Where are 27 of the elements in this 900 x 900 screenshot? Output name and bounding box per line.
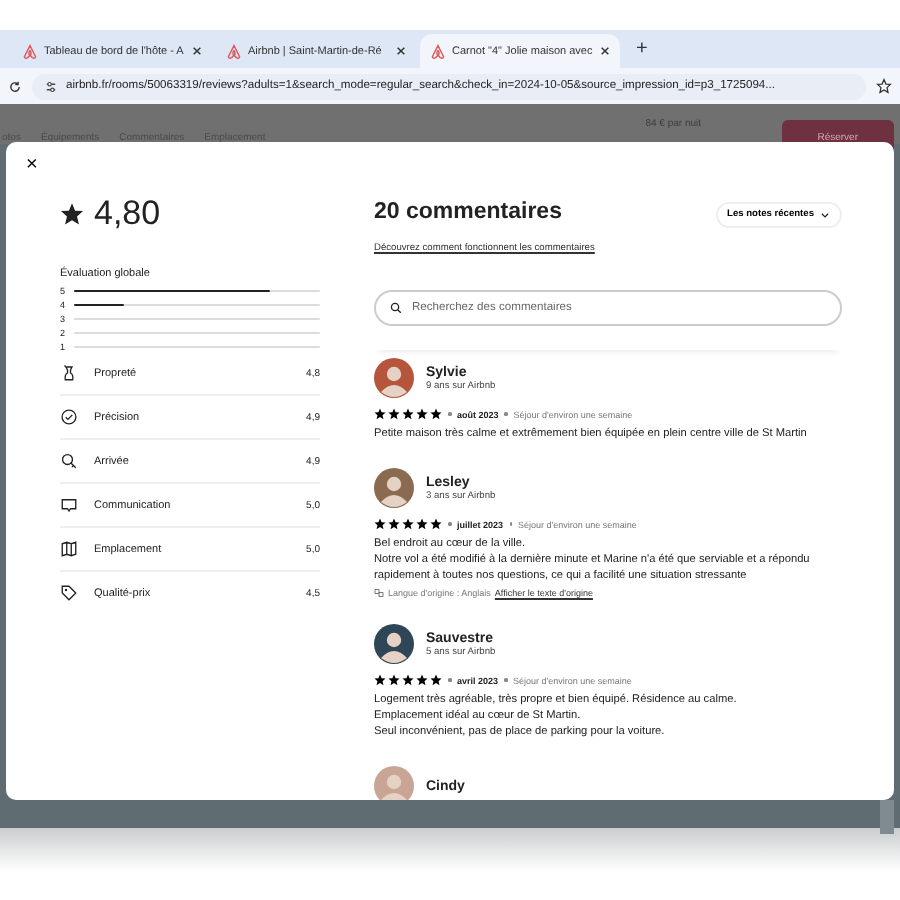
close-icon[interactable] xyxy=(396,46,406,56)
check-circle-icon xyxy=(60,408,78,426)
avatar xyxy=(374,624,414,664)
airbnb-logo-icon xyxy=(22,43,38,59)
tag-icon xyxy=(60,584,78,602)
reviews-title: 20 commentaires xyxy=(374,200,564,224)
close-icon[interactable] xyxy=(600,46,610,56)
bookmark-star-icon[interactable] xyxy=(876,78,892,94)
search-icon xyxy=(390,302,402,314)
new-tab-button[interactable]: + xyxy=(636,38,648,60)
rating-value: 4,80 xyxy=(94,194,161,234)
translate-icon xyxy=(374,588,384,598)
chevron-down-icon xyxy=(820,210,830,220)
avatar xyxy=(374,358,414,398)
avatar xyxy=(374,468,414,508)
close-button[interactable]: × xyxy=(26,156,38,176)
star-icon xyxy=(60,202,84,226)
close-icon[interactable] xyxy=(192,46,202,56)
airbnb-logo-icon xyxy=(226,43,242,59)
airbnb-logo-icon xyxy=(430,43,446,59)
map-icon xyxy=(60,540,78,558)
speech-bubble-icon xyxy=(60,496,78,514)
scrollbar-thumb[interactable] xyxy=(880,800,894,834)
avatar xyxy=(374,766,414,800)
reload-icon[interactable] xyxy=(8,79,22,93)
site-settings-icon[interactable] xyxy=(44,79,58,93)
spray-bottle-icon xyxy=(60,364,78,382)
